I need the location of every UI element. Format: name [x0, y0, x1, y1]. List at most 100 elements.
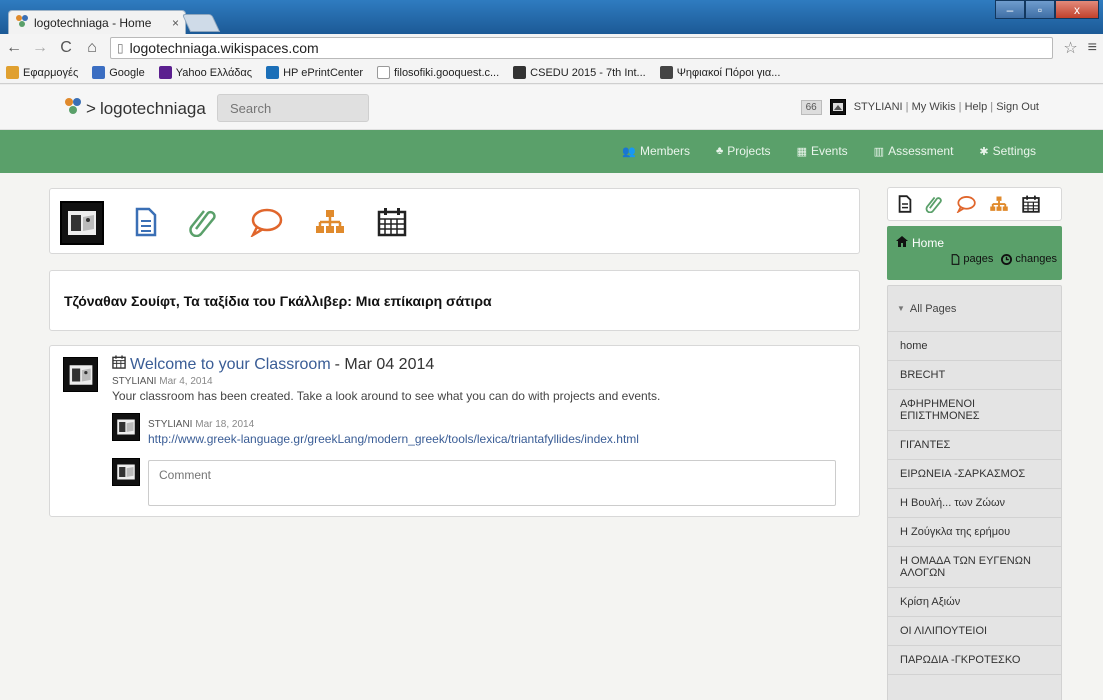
bookmark-item[interactable]: Google [92, 66, 145, 79]
back-icon[interactable]: ← [6, 39, 22, 57]
brand-link[interactable]: > logotechniaga [64, 97, 206, 120]
user-avatar[interactable] [829, 99, 846, 115]
bookmark-label: filosofiki.gooquest.c... [394, 66, 500, 79]
sitemap-icon[interactable] [314, 208, 346, 239]
browser-titlebar: logotechniaga - Home × – ▫ x [0, 0, 1103, 34]
comment-input[interactable] [148, 460, 836, 506]
csedu-icon [513, 66, 527, 79]
page-list-item[interactable]: ΟΙ ΛΙΛΙΠΟΥΤΕΙΟΙ [888, 617, 1061, 646]
pages-icon [952, 253, 960, 265]
page-list-item[interactable]: Η Ζούγκλα της ερήμου [888, 518, 1061, 547]
page-list-item[interactable]: ΓΙΓΑΝΤΕΣ [888, 431, 1061, 460]
sidebar-tool-icons [887, 187, 1062, 221]
changes-link-label: changes [1015, 253, 1057, 265]
sidebar-paperclip-icon[interactable] [925, 195, 943, 216]
wp-icon [659, 66, 673, 79]
sidebar-calendar-icon[interactable] [1022, 195, 1040, 216]
post-body: Your classroom has been created. Take a … [112, 389, 661, 403]
assessment-icon: ▥ [873, 145, 885, 158]
nav-projects[interactable]: ♣ Projects [716, 144, 771, 158]
post-date: Mar 4, 2014 [159, 376, 213, 387]
url-text: logotechniaga.wikispaces.com [129, 40, 319, 56]
wiki-avatar[interactable] [60, 201, 104, 245]
bookmark-star-icon[interactable]: ☆ [1063, 38, 1077, 58]
reload-icon[interactable]: C [58, 39, 74, 57]
browser-tab[interactable]: logotechniaga - Home × [8, 10, 186, 34]
nav-events[interactable]: ▦ Events [797, 144, 848, 158]
address-bar[interactable]: ▯ logotechniaga.wikispaces.com [110, 37, 1054, 59]
page-list-item[interactable]: ΠΑΡΩΔΙΑ -ΓΚΡΟΤΕΣΚΟ [888, 646, 1061, 675]
page-list-item[interactable]: home [888, 332, 1061, 361]
post-title-link[interactable]: Welcome to your Classroom [130, 356, 331, 374]
all-pages-toggle[interactable]: ▼ All Pages [888, 286, 1061, 332]
bookmark-item[interactable]: Yahoo Ελλάδας [158, 66, 253, 79]
maximize-button[interactable]: ▫ [1025, 0, 1055, 19]
sidebar-page-icon[interactable] [898, 195, 912, 216]
calendar-icon: ▦ [796, 145, 807, 158]
reply-author-avatar[interactable] [112, 413, 140, 441]
clock-icon [1001, 253, 1013, 265]
bookmark-item[interactable]: HP ePrintCenter [266, 66, 363, 79]
forward-icon[interactable]: → [32, 39, 48, 57]
brand-prefix: > [86, 98, 96, 118]
home-icon[interactable]: ⌂ [84, 39, 100, 57]
members-icon: 👥 [622, 145, 636, 158]
changes-link[interactable]: changes [1001, 253, 1057, 265]
nav-members[interactable]: 👥 Members [622, 144, 690, 158]
wiki-nav: 👥 Members ♣ Projects ▦ Events ▥ Assessment ✱ Sett… [622, 144, 1036, 158]
nav-label: Settings [992, 144, 1036, 158]
post-title-date: - Mar 04 2014 [334, 355, 435, 373]
nav-settings[interactable]: ✱ Settings [979, 144, 1036, 158]
bookmark-label: Google [109, 66, 145, 79]
calendar-icon[interactable] [377, 207, 407, 240]
bookmark-item[interactable]: CSEDU 2015 - 7th Int... [513, 66, 646, 79]
notification-count-badge[interactable]: 66 [800, 99, 822, 115]
user-link-sign-out[interactable]: Sign Out [996, 101, 1039, 113]
post-author[interactable]: STYLIANI [112, 376, 156, 387]
bookmark-item[interactable]: filosofiki.gooquest.c... [377, 66, 499, 79]
close-window-button[interactable]: x [1055, 0, 1099, 19]
reply-meta: STYLIANI Mar 18, 2014 [148, 419, 254, 430]
bookmark-item[interactable]: Ψηφιακοί Πόροι για... [659, 66, 780, 79]
paperclip-icon[interactable] [188, 207, 218, 240]
browser-toolbar: ← → C ⌂ ▯ logotechniaga.wikispaces.com ☆… [0, 34, 1103, 62]
pages-link[interactable]: pages [951, 253, 993, 265]
bookmark-item[interactable]: Εφαρμογές [6, 66, 78, 79]
projects-icon: ♣ [715, 145, 724, 157]
page-tool-icon[interactable] [135, 207, 157, 240]
home-actions: pages changes [951, 253, 1057, 265]
post-author-avatar[interactable] [63, 357, 98, 392]
page-list-item[interactable]: BRECHT [888, 361, 1061, 390]
user-link-help[interactable]: Help [965, 101, 988, 113]
minimize-button[interactable]: – [995, 0, 1025, 19]
sidebar-comment-icon[interactable] [956, 195, 976, 216]
favicon-icon [15, 14, 29, 31]
user-link-my-wikis[interactable]: My Wikis [912, 101, 956, 113]
page-list-item[interactable]: Κρίση Αξιών [888, 588, 1061, 617]
new-tab-button[interactable] [181, 14, 221, 32]
comment-icon[interactable] [249, 207, 283, 240]
bookmark-label: CSEDU 2015 - 7th Int... [530, 66, 646, 79]
reply-author[interactable]: STYLIANI [148, 419, 192, 430]
nav-label: Projects [727, 144, 771, 158]
logo-icon [64, 97, 82, 120]
home-link[interactable]: Home [896, 236, 944, 250]
home-page-box: Home pages changes [887, 226, 1062, 280]
nav-label: Members [639, 144, 690, 158]
nav-assessment[interactable]: ▥ Assessment [874, 144, 954, 158]
bookmark-label: Yahoo Ελλάδας [175, 66, 253, 79]
tab-close-icon[interactable]: × [172, 16, 179, 30]
post-title: Welcome to your Classroom - Mar 04 2014 [112, 355, 434, 374]
page-list-item[interactable]: Η Βουλή... των Ζώων [888, 489, 1061, 518]
reply-link[interactable]: http://www.greek-language.gr/greekLang/m… [148, 432, 639, 446]
menu-icon[interactable]: ≡ [1088, 39, 1097, 57]
page-list-item[interactable]: ΑΦΗΡΗΜΕΝΟΙ ΕΠΙΣΤΗΜΟΝΕΣ [888, 390, 1061, 431]
page-list-item[interactable]: Η ΟΜΑΔΑ ΤΩΝ ΕΥΓΕΝΩΝ ΑΛΟΓΩΝ [888, 547, 1061, 588]
brand-name: logotechniaga [99, 98, 206, 118]
sidebar-sitemap-icon[interactable] [989, 195, 1009, 216]
page-list-item[interactable]: ΕΙΡΩΝΕΙΑ -ΣΑΡΚΑΣΜΟΣ [888, 460, 1061, 489]
page-icon [377, 66, 390, 79]
event-calendar-icon [112, 355, 126, 374]
user-link-profile[interactable]: STYLIANI [854, 101, 903, 113]
search-input[interactable] [217, 94, 369, 122]
